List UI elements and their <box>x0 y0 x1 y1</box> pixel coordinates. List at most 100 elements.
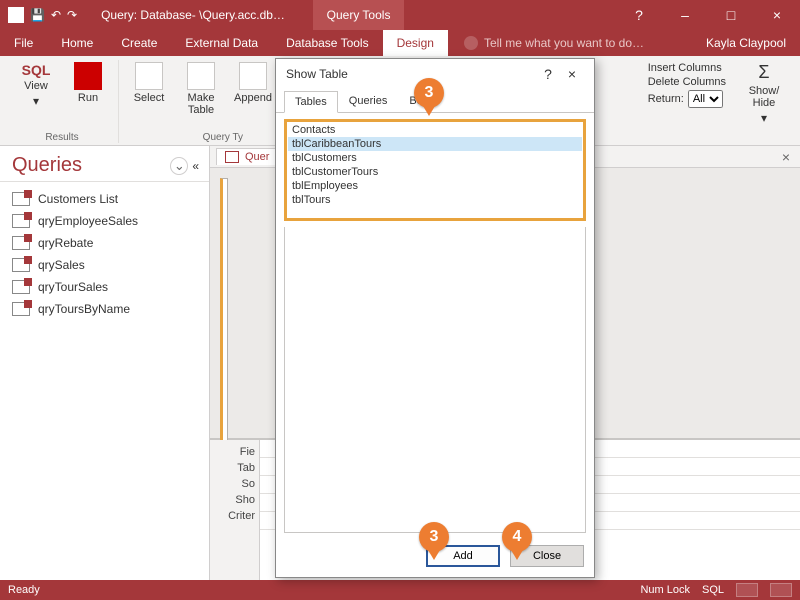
nav-collapse-icon[interactable]: « <box>192 159 199 173</box>
tab-external-data[interactable]: External Data <box>171 30 272 56</box>
make-table-label: Make Table <box>188 92 215 116</box>
grid-label-show: Sho <box>214 494 255 506</box>
list-item[interactable]: tblEmployees <box>288 179 582 193</box>
tab-create[interactable]: Create <box>107 30 171 56</box>
titlebar: 💾 ↶ ↷ Query: Database- \Query.acc.db… Qu… <box>0 0 800 30</box>
ribbon-tabs: File Home Create External Data Database … <box>0 30 800 56</box>
callout-badge: 3 <box>414 78 444 108</box>
window-buttons: ? – □ × <box>616 0 800 30</box>
grid-row-labels: Fie Tab So Sho Criter <box>210 440 260 580</box>
window-title: Query: Database- \Query.acc.db… <box>85 0 313 30</box>
group-label-results: Results <box>45 130 78 143</box>
view-button-datasheet[interactable] <box>736 583 758 597</box>
document-close-button[interactable]: × <box>772 149 800 165</box>
status-sql-view-button[interactable]: SQL <box>702 584 724 596</box>
chevron-down-icon: ▾ <box>761 111 767 125</box>
query-icon <box>225 151 239 163</box>
tab-file[interactable]: File <box>0 30 47 56</box>
close-button[interactable]: × <box>754 0 800 30</box>
tell-me-label: Tell me what you want to do… <box>484 36 644 50</box>
sigma-icon: Σ <box>758 62 769 83</box>
table-placeholder[interactable] <box>220 178 228 458</box>
document-tab[interactable]: Quer <box>216 148 278 165</box>
dialog-tab-tables[interactable]: Tables <box>284 91 338 113</box>
grid-label-sort: So <box>214 478 255 490</box>
contextual-tab-label: Query Tools <box>313 0 405 30</box>
tell-me[interactable]: Tell me what you want to do… <box>448 30 692 56</box>
user-name[interactable]: Kayla Claypool <box>692 30 800 56</box>
list-item[interactable]: Contacts <box>288 123 582 137</box>
run-button[interactable]: Run <box>66 60 110 104</box>
grid-label-table: Tab <box>214 462 255 474</box>
nav-dropdown-icon[interactable]: ⌄ <box>170 157 188 175</box>
return-label: Return: <box>648 93 684 105</box>
tab-database-tools[interactable]: Database Tools <box>272 30 383 56</box>
query-icon <box>12 258 30 272</box>
list-item[interactable]: tblCaribbeanTours <box>288 137 582 151</box>
nav-item-label: qryTourSales <box>38 280 108 294</box>
nav-item[interactable]: qryTourSales <box>4 276 205 298</box>
nav-item-label: qrySales <box>38 258 85 272</box>
tab-design[interactable]: Design <box>383 30 448 56</box>
query-icon <box>12 192 30 206</box>
nav-item[interactable]: qryRebate <box>4 232 205 254</box>
dialog-tab-queries[interactable]: Queries <box>338 90 399 112</box>
dialog-title: Show Table <box>286 67 348 81</box>
append-button[interactable]: Append <box>231 60 275 104</box>
group-results: SQL View ▾ Run Results <box>6 60 119 143</box>
nav-item[interactable]: qryEmployeeSales <box>4 210 205 232</box>
callout-badge: 3 <box>419 522 449 552</box>
document-tab-label: Quer <box>245 151 269 163</box>
query-icon <box>12 280 30 294</box>
delete-columns-button[interactable]: Delete Columns <box>648 76 726 88</box>
app-icon <box>8 7 24 23</box>
showhide-label: Show/ Hide <box>749 85 780 109</box>
nav-item-label: qryRebate <box>38 236 93 250</box>
nav-list: Customers List qryEmployeeSales qryRebat… <box>0 182 209 326</box>
qat: 💾 ↶ ↷ <box>0 0 85 30</box>
show-table-dialog: Show Table ? × Tables Queries Both Conta… <box>275 58 595 578</box>
dialog-table-list[interactable]: Contacts tblCaribbeanTours tblCustomers … <box>288 123 582 217</box>
showhide-button[interactable]: Σ Show/ Hide ▾ <box>742 60 786 125</box>
query-icon <box>12 214 30 228</box>
group-showhide: Σ Show/ Hide ▾ <box>734 60 794 143</box>
dialog-close-button[interactable]: × <box>560 66 584 82</box>
nav-title: Queries <box>12 154 82 177</box>
list-item[interactable]: tblTours <box>288 193 582 207</box>
status-ready: Ready <box>8 584 40 596</box>
group-columns: Insert Columns Delete Columns Return: Al… <box>640 60 734 143</box>
grid-label-field: Fie <box>214 446 255 458</box>
minimize-button[interactable]: – <box>662 0 708 30</box>
make-table-icon <box>187 62 215 90</box>
insert-columns-button[interactable]: Insert Columns <box>648 62 726 74</box>
make-table-button[interactable]: Make Table <box>179 60 223 116</box>
nav-item[interactable]: qrySales <box>4 254 205 276</box>
return-selector[interactable]: Return: All <box>648 90 726 108</box>
qat-redo-icon[interactable]: ↷ <box>67 8 77 22</box>
maximize-button[interactable]: □ <box>708 0 754 30</box>
dialog-help-button[interactable]: ? <box>536 66 560 82</box>
nav-item[interactable]: Customers List <box>4 188 205 210</box>
query-icon <box>12 236 30 250</box>
list-item[interactable]: tblCustomers <box>288 151 582 165</box>
list-item[interactable]: tblCustomerTours <box>288 165 582 179</box>
tab-home[interactable]: Home <box>47 30 107 56</box>
nav-item-label: qryEmployeeSales <box>38 214 138 228</box>
qat-save-icon[interactable]: 💾 <box>30 8 45 22</box>
qat-undo-icon[interactable]: ↶ <box>51 8 61 22</box>
select-query-button[interactable]: Select <box>127 60 171 104</box>
sql-icon: SQL <box>22 62 51 78</box>
query-icon <box>12 302 30 316</box>
status-bar: Ready Num Lock SQL <box>0 580 800 600</box>
return-dropdown[interactable]: All <box>688 90 723 108</box>
run-label: Run <box>78 92 98 104</box>
nav-header[interactable]: Queries ⌄ « <box>0 146 209 182</box>
view-button-design[interactable] <box>770 583 792 597</box>
status-numlock: Num Lock <box>640 584 690 596</box>
group-label-qtype: Query Ty <box>203 130 243 143</box>
run-icon <box>74 62 102 90</box>
help-button[interactable]: ? <box>616 0 662 30</box>
navigation-pane: Queries ⌄ « Customers List qryEmployeeSa… <box>0 146 210 580</box>
nav-item[interactable]: qryToursByName <box>4 298 205 320</box>
view-button[interactable]: SQL View ▾ <box>14 60 58 108</box>
